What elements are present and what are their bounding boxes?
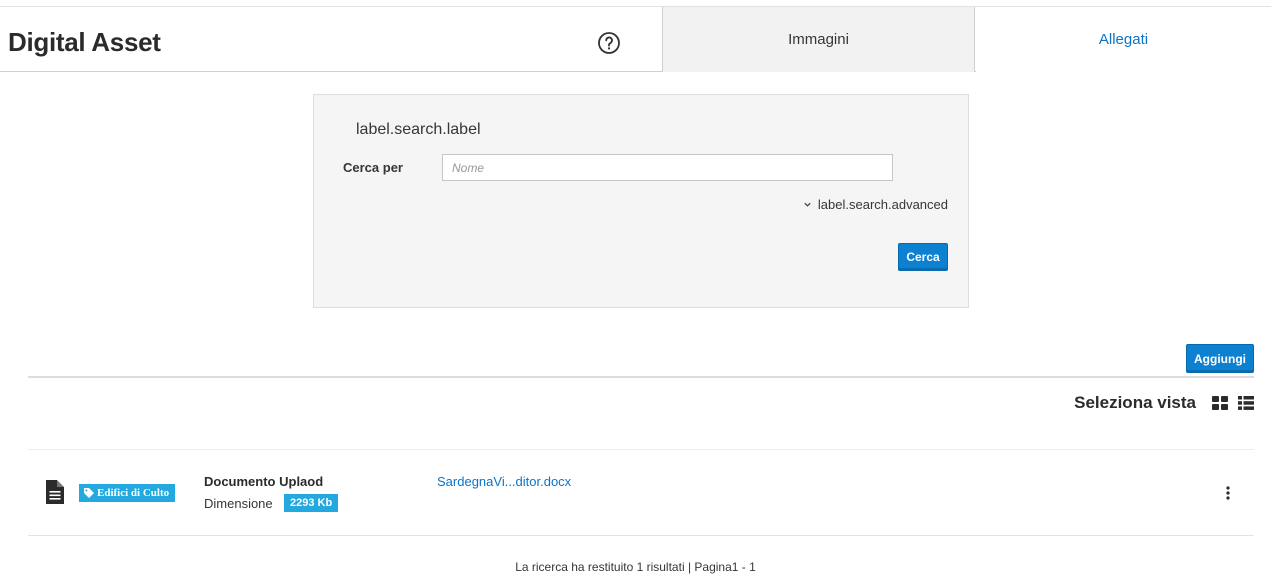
search-button[interactable]: Cerca — [898, 243, 948, 271]
chevron-down-icon — [804, 202, 811, 207]
search-input[interactable] — [442, 154, 893, 181]
pagination-summary: La ricerca ha restituito 1 risultati | P… — [515, 560, 756, 574]
digital-asset-page: Digital Asset Immagini Allegati label.se… — [0, 0, 1271, 577]
add-button[interactable]: Aggiungi — [1186, 344, 1254, 373]
view-selector: Seleziona vista — [1074, 393, 1254, 413]
tab-allegati-label: Allegati — [1098, 31, 1149, 48]
category-badge: Edifici di Culto — [79, 484, 176, 502]
file-link[interactable]: SardegnaVi...ditor.docx — [437, 474, 571, 489]
tab-allegati[interactable]: Allegati — [976, 7, 1271, 72]
grid-view-icon[interactable] — [1212, 396, 1228, 410]
list-view-icon[interactable] — [1238, 396, 1254, 410]
size-badge: 2293 Kb — [284, 494, 339, 512]
divider — [28, 535, 1254, 536]
search-field-label: Cerca per — [343, 160, 403, 175]
tab-immagini[interactable]: Immagini — [662, 7, 975, 72]
search-panel: label.search.label Cerca per label.searc… — [313, 94, 969, 308]
tag-icon — [84, 488, 94, 498]
document-title: Documento Uplaod — [204, 474, 324, 489]
page-header: Digital Asset Immagini Allegati — [0, 6, 1271, 72]
search-heading: label.search.label — [356, 121, 481, 138]
size-label: Dimensione — [204, 496, 273, 511]
divider — [28, 449, 1254, 450]
help-circle-icon[interactable] — [597, 31, 621, 55]
view-selector-label: Seleziona vista — [1074, 393, 1196, 412]
page-title: Digital Asset — [8, 27, 161, 57]
category-label: Edifici di Culto — [97, 487, 170, 499]
divider — [28, 376, 1254, 378]
advanced-search-label: label.search.advanced — [817, 197, 948, 212]
more-vertical-icon[interactable] — [1226, 486, 1230, 500]
advanced-search-toggle[interactable]: label.search.advanced — [803, 197, 948, 212]
tab-immagini-label: Immagini — [788, 31, 849, 48]
document-icon — [46, 480, 64, 504]
